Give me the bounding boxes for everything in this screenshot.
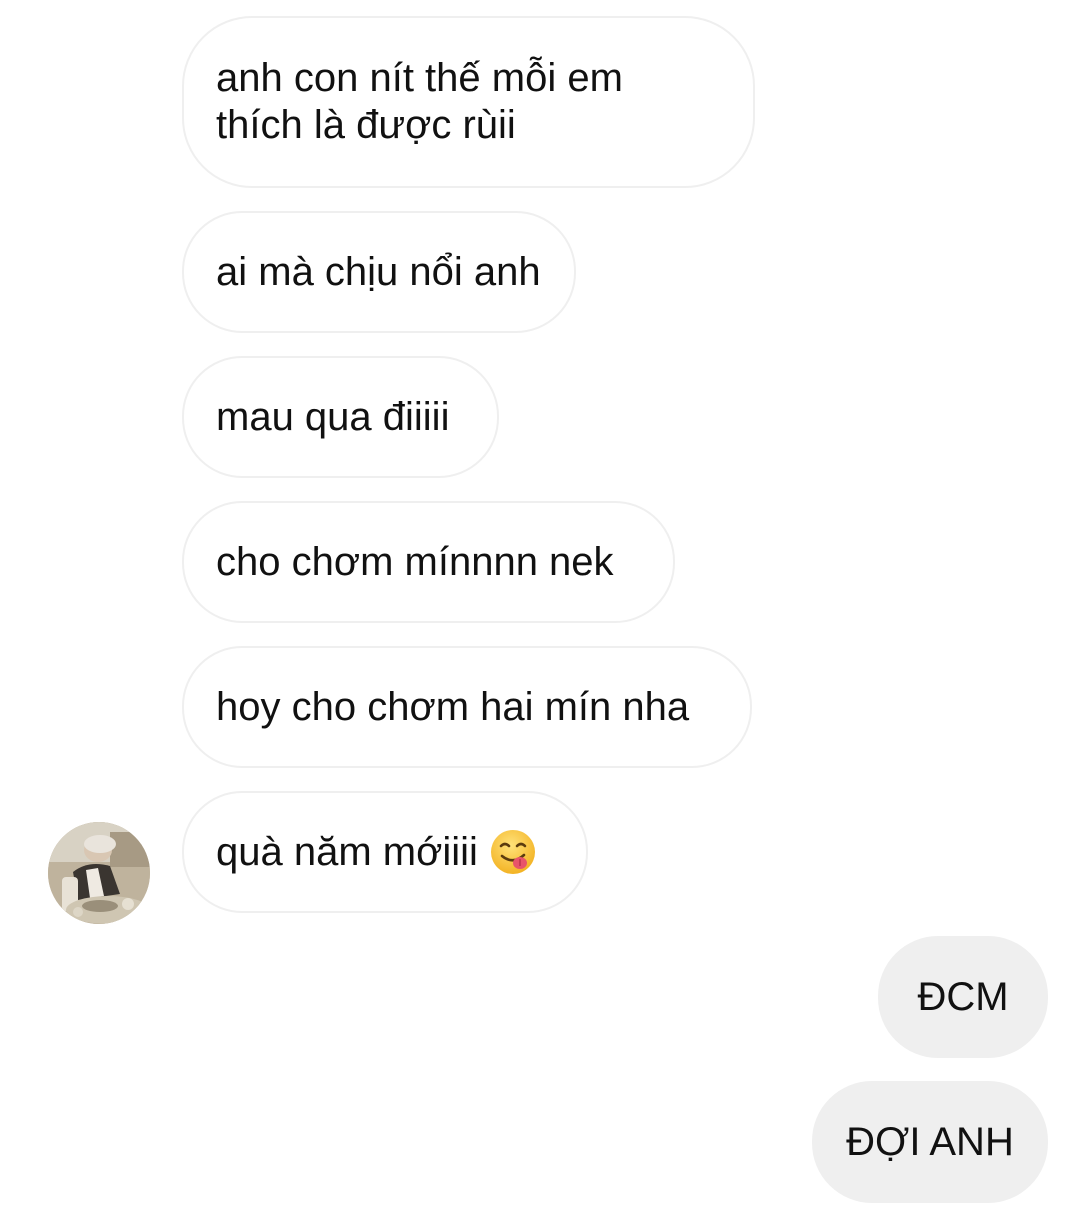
face-savoring-food-icon — [490, 829, 536, 875]
incoming-message-bubble[interactable]: cho chơm mínnnn nek — [182, 501, 675, 623]
outgoing-message-bubble[interactable]: ĐCM — [878, 936, 1048, 1058]
message-text: ai mà chịu nổi anh — [216, 249, 541, 294]
incoming-message-bubble[interactable]: anh con nít thế mỗi em thích là được rùi… — [182, 16, 755, 188]
incoming-message-bubble[interactable]: quà năm mớiiii — [182, 791, 588, 913]
message-text: ĐỢI ANH — [846, 1119, 1014, 1164]
incoming-message-bubble[interactable]: hoy cho chơm hai mín nha — [182, 646, 752, 768]
incoming-message-bubble[interactable]: ai mà chịu nổi anh — [182, 211, 576, 333]
message-text: anh con nít thế mỗi em thích là được rùi… — [216, 56, 623, 147]
incoming-message-bubble[interactable]: mau qua điiiii — [182, 356, 499, 478]
outgoing-message-bubble[interactable]: ĐỢI ANH — [812, 1081, 1048, 1203]
message-text: mau qua điiiii — [216, 394, 450, 439]
message-text: ĐCM — [917, 974, 1009, 1019]
sender-avatar[interactable] — [48, 822, 150, 924]
avatar-photo — [48, 822, 150, 924]
message-text: hoy cho chơm hai mín nha — [216, 684, 690, 729]
message-text: quà năm mớiiii — [216, 829, 478, 874]
message-text: cho chơm mínnnn nek — [216, 539, 614, 584]
